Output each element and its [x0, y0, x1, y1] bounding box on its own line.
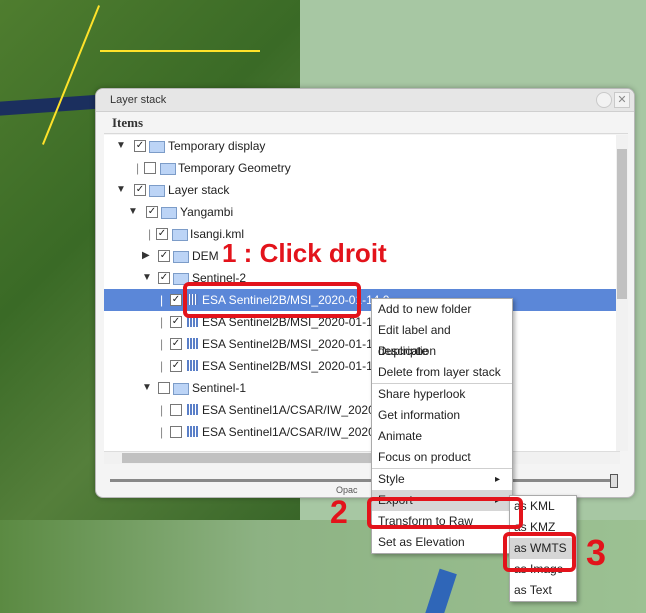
menu-animate[interactable]: Animate — [372, 426, 512, 447]
menu-add-to-new-folder[interactable]: Add to new folder — [372, 299, 512, 320]
tree-item-sentinel1a[interactable]: | ESA Sentinel1A/CSAR/IW_2020-01 — [104, 421, 620, 443]
tree-item-sentinel2b[interactable]: | ✓ ESA Sentinel2B/MSI_2020-01-14 0 — [104, 355, 620, 377]
geometry-icon — [160, 163, 176, 175]
tree-item-sentinel2b[interactable]: | ✓ ESA Sentinel2B/MSI_2020-01-14 0 — [104, 311, 620, 333]
raster-icon — [187, 426, 198, 437]
layer-stack-panel: Layer stack ✕ Items ▼ ✓ Temporary displa… — [95, 88, 635, 498]
panel-title: Layer stack — [110, 94, 167, 106]
layer-checkbox[interactable]: ✓ — [134, 184, 146, 196]
boundary-line — [100, 50, 260, 52]
kml-icon — [172, 229, 188, 241]
layer-checkbox[interactable] — [170, 404, 182, 416]
annotation-step2: 2 — [330, 494, 348, 530]
expand-icon[interactable]: ▼ — [128, 201, 138, 223]
tree-item-yangambi[interactable]: ▼ ✓ Yangambi — [104, 201, 620, 223]
layer-checkbox[interactable] — [144, 162, 156, 174]
highlight-step2 — [367, 497, 523, 529]
opacity-slider[interactable] — [110, 474, 618, 488]
expand-icon[interactable]: ▼ — [116, 135, 126, 157]
close-icon[interactable]: ✕ — [614, 92, 630, 108]
menu-share-hyperlook[interactable]: Share hyperlook — [372, 383, 512, 405]
menu-delete[interactable]: Delete from layer stack — [372, 362, 512, 383]
layer-tree[interactable]: ▼ ✓ Temporary display | Temporary Geomet… — [104, 135, 620, 451]
tree-item-temporary-geometry[interactable]: | Temporary Geometry — [104, 157, 620, 179]
tree-item-temporary-display[interactable]: ▼ ✓ Temporary display — [104, 135, 620, 157]
raster-icon — [187, 360, 198, 371]
tree-item-sentinel1a[interactable]: | ESA Sentinel1A/CSAR/IW_2020-02 — [104, 399, 620, 421]
minimize-icon[interactable] — [596, 92, 612, 108]
menu-focus-on-product[interactable]: Focus on product — [372, 447, 512, 468]
layer-checkbox[interactable]: ✓ — [158, 250, 170, 262]
vertical-scrollbar[interactable] — [616, 135, 628, 451]
folder-icon — [173, 251, 189, 263]
menu-set-as-elevation[interactable]: Set as Elevation — [372, 532, 512, 553]
folder-icon — [173, 383, 189, 395]
tree-item-layer-stack[interactable]: ▼ ✓ Layer stack — [104, 179, 620, 201]
slider-handle[interactable] — [610, 474, 618, 488]
folder-icon — [161, 207, 177, 219]
layer-checkbox[interactable] — [170, 426, 182, 438]
menu-edit-label[interactable]: Edit label and description — [372, 320, 512, 358]
annotation-step1: 1 : Click droit — [222, 238, 387, 268]
annotation-step3: 3 — [586, 532, 607, 573]
tree-item-sentinel-2[interactable]: ▼ ✓ Sentinel-2 — [104, 267, 620, 289]
folder-icon — [149, 185, 165, 197]
menu-duplicate[interactable]: Duplicate — [372, 341, 512, 362]
layer-checkbox[interactable] — [158, 382, 170, 394]
panel-titlebar[interactable]: Layer stack ✕ — [96, 89, 634, 112]
highlight-step3 — [503, 532, 576, 572]
raster-icon — [187, 404, 198, 415]
export-text[interactable]: as Text — [510, 580, 576, 601]
tree-item-sentinel2b-selected[interactable]: | ✓ ESA Sentinel2B/MSI_2020-01-14 0 — [104, 289, 620, 311]
folder-icon — [149, 141, 165, 153]
expand-icon[interactable]: ▼ — [142, 377, 152, 399]
layer-checkbox[interactable]: ✓ — [170, 360, 182, 372]
menu-get-information[interactable]: Get information — [372, 405, 512, 426]
menu-style[interactable]: Style — [372, 468, 512, 490]
layer-checkbox[interactable]: ✓ — [158, 272, 170, 284]
layer-checkbox[interactable]: ✓ — [156, 228, 168, 240]
horizontal-scrollbar[interactable] — [104, 451, 620, 464]
layer-checkbox[interactable]: ✓ — [134, 140, 146, 152]
expand-icon[interactable]: ▼ — [142, 267, 152, 289]
tree-item-sentinel2b[interactable]: | ✓ ESA Sentinel2B/MSI_2020-01-14 0 — [104, 333, 620, 355]
highlight-step1 — [183, 282, 361, 318]
layer-checkbox[interactable]: ✓ — [170, 338, 182, 350]
collapse-icon[interactable]: ▶ — [142, 245, 150, 267]
expand-icon[interactable]: ▼ — [116, 179, 126, 201]
items-header: Items — [104, 113, 628, 134]
layer-checkbox[interactable]: ✓ — [170, 316, 182, 328]
raster-icon — [187, 338, 198, 349]
layer-checkbox[interactable]: ✓ — [146, 206, 158, 218]
layer-checkbox[interactable]: ✓ — [170, 294, 182, 306]
tree-item-sentinel-1[interactable]: ▼ Sentinel-1 — [104, 377, 620, 399]
